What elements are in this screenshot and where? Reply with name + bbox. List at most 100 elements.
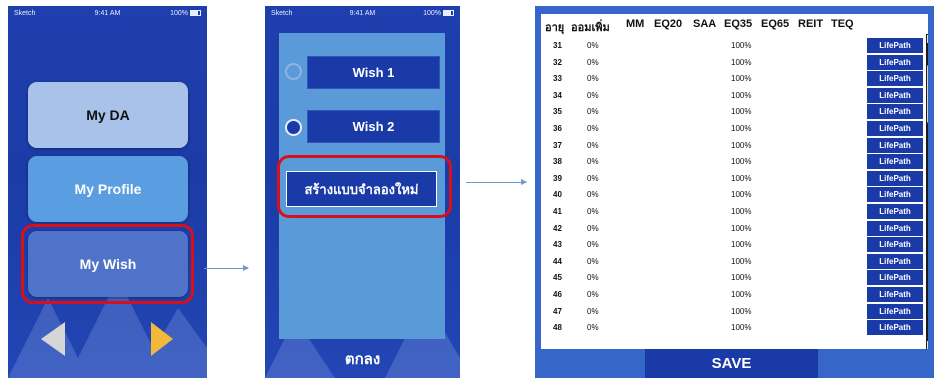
table-row: 41 0% 100% LifePath [541,203,928,220]
eq35-cell: 100% [731,306,752,316]
age-cell: 32 [553,57,562,67]
my-da-button[interactable]: My DA [28,82,188,148]
triangle-right-icon[interactable] [151,322,173,356]
eq35-cell: 100% [731,206,752,216]
table-body: 31 0% 100% LifePath 32 0% 100% LifePath 33 0% 100%… [541,37,928,336]
lifepath-button[interactable]: LifePath [867,87,923,103]
caret-up-icon[interactable]: ▲ [927,35,928,43]
age-cell: 31 [553,41,562,50]
table-row: 40 0% 100% LifePath [541,186,928,203]
extra-saving-cell: 0% [587,57,599,67]
eq35-cell: 100% [731,57,752,67]
eq35-cell: 100% [731,123,752,133]
eq35-cell: 100% [731,240,752,250]
eq35-cell: 100% [731,41,752,50]
eq35-cell: 100% [731,223,752,233]
wish-1-radio[interactable] [285,63,302,80]
table-row: 34 0% 100% LifePath [541,87,928,104]
wish-2-radio[interactable] [285,119,302,136]
age-cell: 38 [553,157,562,167]
eq35-cell: 100% [731,140,752,150]
table-row: 46 0% 100% LifePath [541,286,928,303]
new-simulation-highlight [277,155,452,218]
eq35-cell: 100% [731,90,752,100]
extra-saving-cell: 0% [587,123,599,133]
wish-list-screen: Sketch 9:41 AM 100% Wish 1 Wish 2 สร้างแ… [265,6,460,378]
time-label: 9:41 AM [94,9,121,17]
age-cell: 39 [553,173,562,183]
battery-indicator: 100% [423,10,454,17]
column-header-teq: TEQ [831,18,854,30]
status-bar: Sketch 9:41 AM 100% [265,6,460,20]
age-cell: 43 [553,240,562,250]
extra-saving-cell: 0% [587,289,599,299]
lifepath-button[interactable]: LifePath [867,104,923,120]
wish-2-label: Wish 2 [352,119,395,134]
lifepath-button[interactable]: LifePath [867,154,923,170]
column-header-eq65: EQ65 [761,18,790,30]
battery-icon [190,9,201,16]
table-row: 43 0% 100% LifePath [541,236,928,253]
eq35-cell: 100% [731,74,752,84]
scrollbar-thumb[interactable] [927,64,928,124]
table-row: 37 0% 100% LifePath [541,137,928,154]
lifepath-button[interactable]: LifePath [867,286,923,302]
table-header: อายุ ออมเพิ่ม MM EQ20 SAA EQ35 EQ65 REIT… [541,14,928,35]
column-header-mm: MM [626,18,645,30]
table-row: 45 0% 100% LifePath [541,269,928,286]
save-label: SAVE [711,355,752,372]
table-row: 35 0% 100% LifePath [541,103,928,120]
lifepath-button[interactable]: LifePath [867,120,923,136]
lifepath-button[interactable]: LifePath [867,203,923,219]
table-row: 31 0% 100% LifePath [541,37,928,54]
age-cell: 44 [553,256,562,266]
lifepath-button[interactable]: LifePath [867,54,923,70]
my-wish-highlight [21,224,194,304]
age-cell: 40 [553,190,562,200]
extra-saving-cell: 0% [587,41,599,50]
extra-saving-cell: 0% [587,173,599,183]
flow-arrow [466,179,527,185]
carrier-label: Sketch [14,9,36,17]
column-header-age: อายุ [545,22,565,34]
column-header-eq35: EQ35 [724,18,753,30]
lifepath-button[interactable]: LifePath [867,303,923,319]
lifepath-button[interactable]: LifePath [867,237,923,253]
table-row: 33 0% 100% LifePath [541,70,928,87]
lifepath-button[interactable]: LifePath [867,253,923,269]
eq35-cell: 100% [731,273,752,283]
scrollbar[interactable]: ▲ ▼ [926,34,928,349]
carrier-label: Sketch [271,9,293,17]
extra-saving-cell: 0% [587,107,599,117]
wish-2-button[interactable]: Wish 2 [307,110,440,143]
age-cell: 46 [553,289,562,299]
eq35-cell: 100% [731,323,752,333]
lifepath-button[interactable]: LifePath [867,170,923,186]
eq35-cell: 100% [731,173,752,183]
caret-down-icon[interactable]: ▼ [927,341,928,349]
lifepath-button[interactable]: LifePath [867,137,923,153]
eq35-cell: 100% [731,256,752,266]
lifepath-button[interactable]: LifePath [867,71,923,87]
lifepath-button[interactable]: LifePath [867,187,923,203]
column-header-eq20: EQ20 [654,18,683,30]
allocation-table: อายุ ออมเพิ่ม MM EQ20 SAA EQ35 EQ65 REIT… [541,14,928,349]
extra-saving-cell: 0% [587,223,599,233]
wish-1-button[interactable]: Wish 1 [307,56,440,89]
ok-button[interactable]: ตกลง [265,347,460,371]
save-button[interactable]: SAVE [645,349,818,378]
age-cell: 35 [553,107,562,117]
lifepath-button[interactable]: LifePath [867,38,923,53]
age-cell: 36 [553,123,562,133]
extra-saving-cell: 0% [587,306,599,316]
table-row: 42 0% 100% LifePath [541,220,928,237]
lifepath-button[interactable]: LifePath [867,270,923,286]
table-row: 39 0% 100% LifePath [541,170,928,187]
lifepath-button[interactable]: LifePath [867,320,923,336]
my-profile-button[interactable]: My Profile [28,156,188,222]
table-row: 48 0% 100% LifePath [541,319,928,336]
triangle-left-icon[interactable] [41,322,65,356]
my-profile-label: My Profile [74,181,142,197]
age-cell: 41 [553,206,562,216]
lifepath-button[interactable]: LifePath [867,220,923,236]
